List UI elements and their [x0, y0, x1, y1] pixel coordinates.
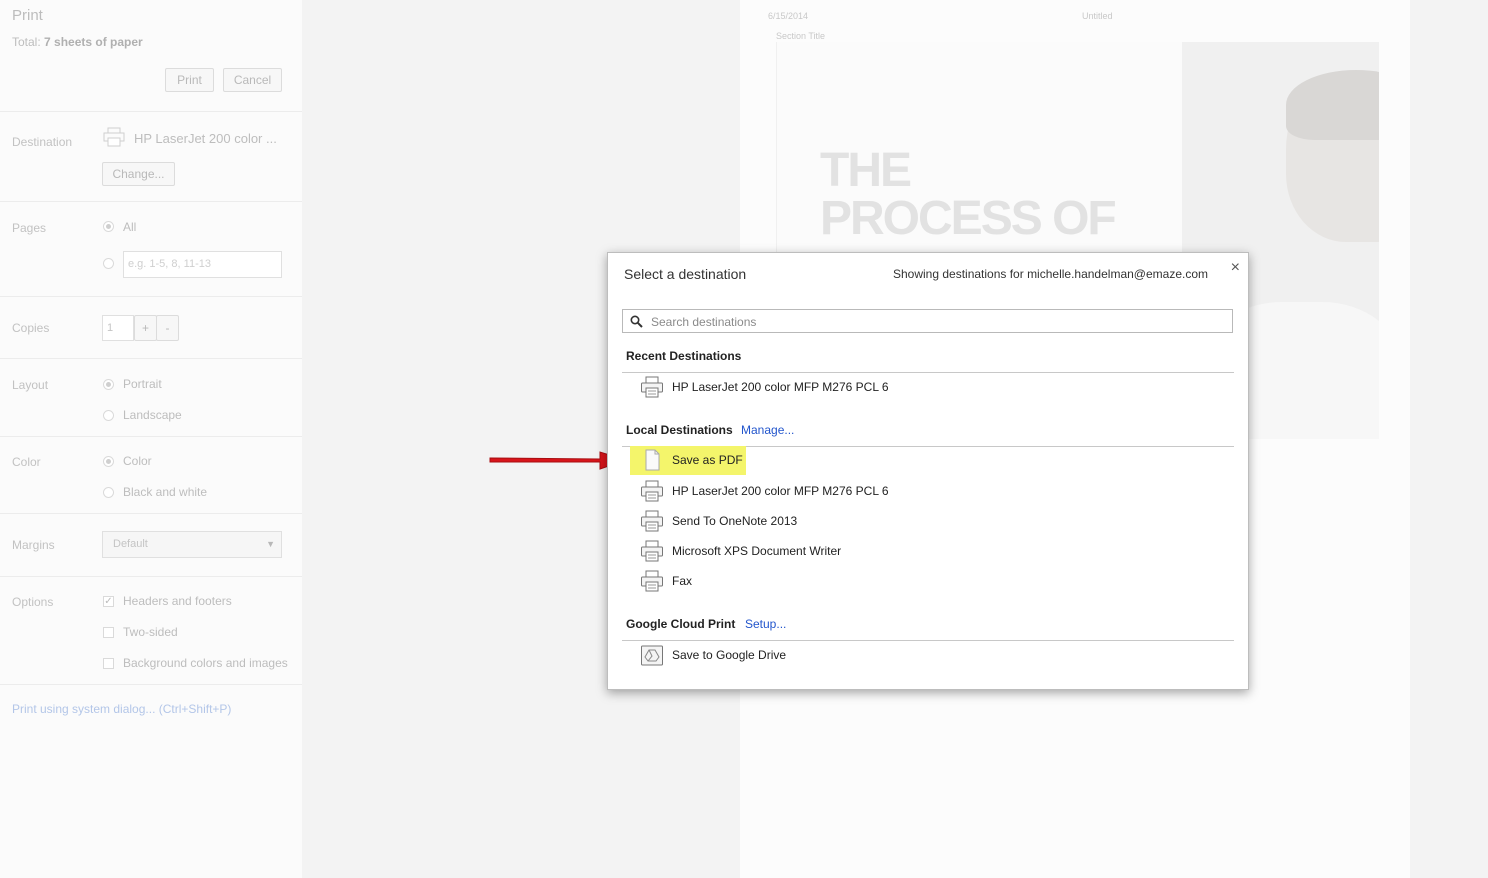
destination-item[interactable]: Microsoft XPS Document Writer [638, 539, 1218, 565]
destination-label: Send To OneNote 2013 [672, 514, 798, 528]
copies-increment-button[interactable]: + [134, 315, 157, 341]
pages-all-radio[interactable] [103, 221, 114, 232]
destination-item[interactable]: Send To OneNote 2013 [638, 509, 1218, 535]
background-colors-checkbox[interactable] [103, 658, 114, 669]
document-icon [645, 449, 660, 471]
printer-icon [641, 570, 663, 592]
options-label: Options [12, 595, 54, 609]
hero-title: THE PROCESS OF [820, 144, 1117, 245]
search-icon [630, 315, 643, 328]
search-destinations-box[interactable] [622, 309, 1233, 333]
total-sheets: Total: 7 sheets of paper [12, 35, 143, 49]
hero-title-line1: THE [820, 144, 912, 197]
pages-range-input[interactable]: e.g. 1-5, 8, 11-13 [123, 251, 282, 278]
layout-label: Layout [12, 378, 49, 392]
destination-item[interactable]: HP LaserJet 200 color MFP M276 PCL 6 [638, 375, 1218, 401]
select-destination-dialog: Select a destination Showing destination… [607, 252, 1249, 690]
divider [622, 372, 1234, 373]
print-title: Print [12, 7, 43, 24]
color-label: Color [12, 455, 41, 469]
layout-portrait-label: Portrait [123, 377, 162, 391]
local-destinations-heading: Local Destinations [626, 423, 733, 437]
setup-link[interactable]: Setup... [745, 617, 786, 631]
chevron-down-icon: ▼ [266, 539, 275, 549]
manage-link[interactable]: Manage... [741, 423, 794, 437]
layout-landscape-label: Landscape [123, 408, 182, 422]
margins-label: Margins [12, 538, 55, 552]
destination-label: Fax [672, 574, 693, 588]
destination-label: Microsoft XPS Document Writer [672, 544, 842, 558]
layout-landscape-radio[interactable] [103, 410, 114, 421]
pages-label: Pages [12, 221, 47, 235]
destination-label: HP LaserJet 200 color MFP M276 PCL 6 [672, 380, 889, 394]
dialog-user-info: Showing destinations for michelle.handel… [892, 267, 1208, 281]
divider [0, 201, 302, 202]
divider [0, 513, 302, 514]
pages-all-label: All [123, 220, 137, 234]
destination-label: Save as PDF [672, 453, 743, 467]
print-settings-panel: Print Total: 7 sheets of paper Print Can… [0, 0, 302, 878]
two-sided-checkbox[interactable] [103, 627, 114, 638]
dialog-title: Select a destination [624, 266, 747, 282]
cancel-button[interactable]: Cancel [223, 68, 282, 92]
printer-icon [641, 540, 663, 562]
search-input[interactable] [649, 312, 1223, 332]
headers-footers-label: Headers and footers [123, 594, 232, 608]
change-destination-button[interactable]: Change... [102, 162, 175, 186]
copies-input[interactable]: 1 [102, 315, 134, 341]
photo-hair [1286, 70, 1379, 140]
divider [0, 296, 302, 297]
google-cloud-print-heading: Google Cloud Print [626, 617, 736, 631]
divider [0, 684, 302, 685]
destination-label: Destination [12, 135, 73, 149]
color-bw-radio[interactable] [103, 487, 114, 498]
hero-title-line2: PROCESS OF [820, 192, 1117, 245]
destination-item-google-drive[interactable]: Save to Google Drive [638, 643, 1218, 669]
printer-icon [103, 127, 125, 147]
preview-date: 6/15/2014 [768, 11, 809, 21]
preview-section-title: Section Title [776, 31, 826, 41]
destination-label: HP LaserJet 200 color MFP M276 PCL 6 [672, 484, 889, 498]
system-dialog-link[interactable]: Print using system dialog... (Ctrl+Shift… [12, 702, 231, 716]
color-color-label: Color [123, 454, 152, 468]
destination-item[interactable]: Fax [638, 569, 1218, 595]
pages-range-radio[interactable] [103, 258, 114, 269]
two-sided-label: Two-sided [123, 625, 178, 639]
divider [0, 576, 302, 577]
total-value: 7 sheets of paper [44, 35, 143, 49]
divider [622, 640, 1234, 641]
headers-footers-checkbox[interactable]: ✓ [103, 596, 114, 607]
close-icon[interactable]: × [1231, 259, 1240, 277]
print-button[interactable]: Print [165, 68, 214, 92]
divider [0, 111, 302, 112]
copies-decrement-button[interactable]: - [156, 315, 179, 341]
total-label: Total: [12, 35, 45, 49]
layout-portrait-radio[interactable] [103, 379, 114, 390]
printer-icon [641, 480, 663, 502]
divider [0, 358, 302, 359]
copies-label: Copies [12, 321, 50, 335]
margins-value: Default [113, 538, 148, 550]
google-drive-icon [641, 645, 663, 666]
color-bw-label: Black and white [123, 485, 208, 499]
divider [0, 436, 302, 437]
printer-icon [641, 510, 663, 532]
preview-doc-title: Untitled [1082, 11, 1113, 21]
destination-label: Save to Google Drive [672, 648, 787, 662]
color-color-radio[interactable] [103, 456, 114, 467]
destination-item[interactable]: HP LaserJet 200 color MFP M276 PCL 6 [638, 479, 1218, 505]
margins-select[interactable]: Default ▼ [102, 531, 282, 558]
destination-item-save-as-pdf[interactable]: Save as PDF [638, 448, 1218, 474]
recent-destinations-heading: Recent Destinations [626, 349, 742, 363]
background-colors-label: Background colors and images [123, 656, 288, 670]
destination-value: HP LaserJet 200 color ... [134, 131, 277, 146]
printer-icon [641, 376, 663, 398]
